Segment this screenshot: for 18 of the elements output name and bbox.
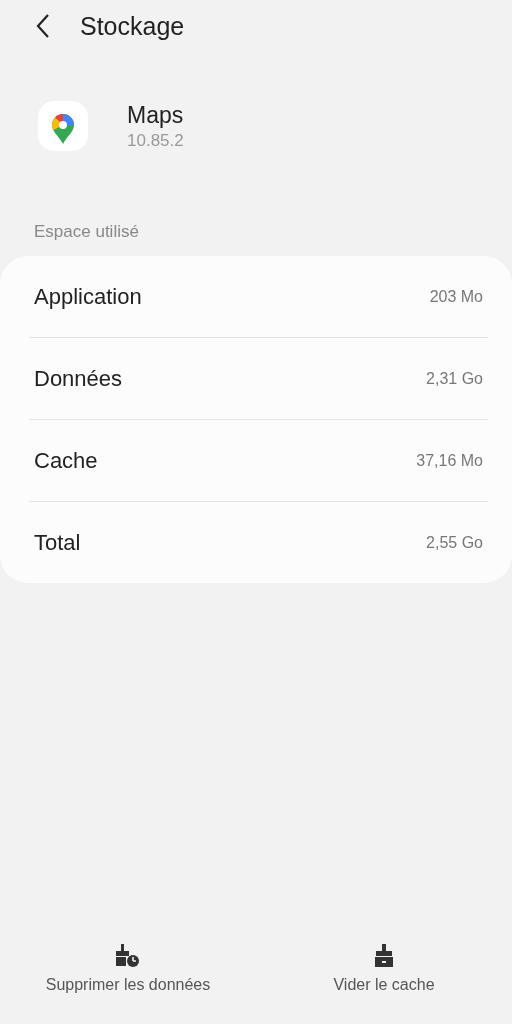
page-title: Stockage [80,11,185,41]
row-value: 37,16 Mo [416,451,484,470]
clear-cache-button[interactable]: Vider le cache [256,944,512,1016]
row-value: 2,31 Go [426,369,484,388]
row-label: Données [33,365,123,392]
row-label: Application [33,283,142,310]
back-icon[interactable] [36,13,50,39]
clear-data-button[interactable]: Supprimer les données [0,944,256,1016]
section-label: Espace utilisé [33,221,140,243]
map-pin-icon [37,100,89,152]
app-version: 10.85.2 [127,130,184,151]
row-value: 2,55 Go [426,533,484,552]
app-name: Maps [127,101,184,129]
row-label: Total [33,529,81,556]
row-value: 203 Mo [429,287,484,306]
row-label: Cache [33,447,98,474]
brush-icon [373,944,395,968]
brush-clock-icon [115,944,141,968]
